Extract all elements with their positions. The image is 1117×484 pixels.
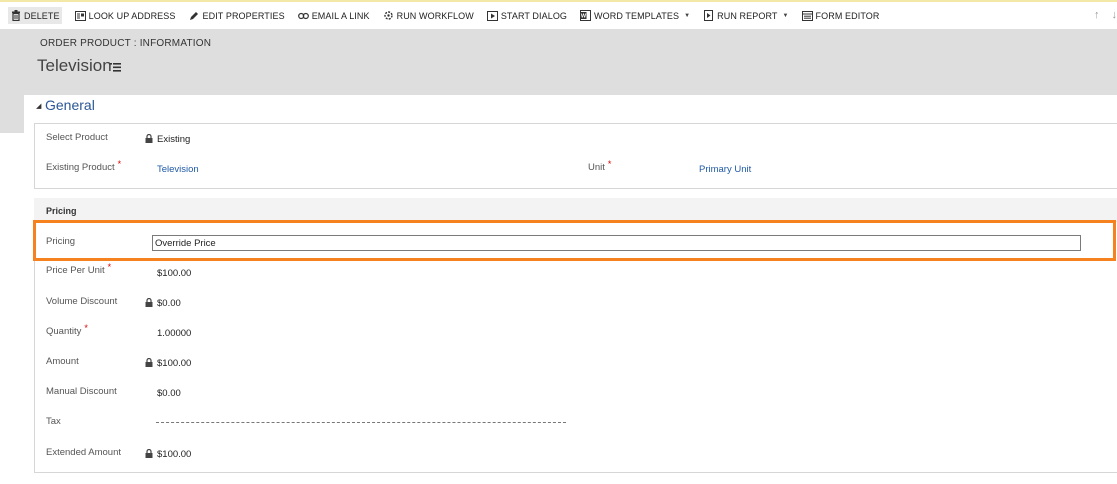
form-editor-button[interactable]: FORM EDITOR	[801, 10, 880, 21]
link-icon	[297, 10, 309, 21]
chevron-down-icon: ▼	[684, 12, 691, 19]
extended-amount-value: $100.00	[145, 449, 191, 460]
look-up-address-button[interactable]: LOOK UP ADDRESS	[74, 10, 176, 21]
arrow-up-icon[interactable]: ↑	[1094, 9, 1100, 21]
report-icon	[703, 10, 714, 21]
look-up-address-label: LOOK UP ADDRESS	[88, 10, 176, 21]
pricing-section-header: Pricing	[34, 198, 1117, 222]
existing-product-label: Existing Product *	[46, 159, 122, 173]
form-editor-label: FORM EDITOR	[815, 10, 880, 21]
start-dialog-button[interactable]: START DIALOG	[486, 10, 568, 21]
collapse-section-icon[interactable]: ◢	[36, 102, 41, 110]
svg-text:W: W	[581, 14, 587, 20]
select-product-value: Existing	[145, 134, 190, 145]
volume-discount-value: $0.00	[145, 298, 181, 309]
pricing-section-title: Pricing	[46, 206, 77, 216]
unit-lookup[interactable]: Primary Unit	[699, 164, 751, 175]
workflow-icon	[383, 10, 394, 21]
word-templates-button[interactable]: W WORD TEMPLATES ▼	[580, 10, 690, 21]
required-indicator: *	[107, 262, 112, 272]
word-icon: W	[580, 10, 592, 21]
manual-discount-value[interactable]: $0.00	[157, 388, 181, 399]
command-bar: DELETE LOOK UP ADDRESS EDIT PROPERTIES E…	[0, 2, 1117, 29]
run-report-label: RUN REPORT	[717, 10, 778, 21]
delete-button[interactable]: DELETE	[8, 7, 62, 24]
required-indicator: *	[117, 159, 122, 169]
quantity-value[interactable]: 1.00000	[157, 328, 191, 339]
required-indicator: *	[84, 323, 88, 333]
email-a-link-button[interactable]: EMAIL A LINK	[297, 10, 370, 21]
entity-form-label: ORDER PRODUCT : INFORMATION	[40, 38, 212, 49]
dialog-icon	[486, 10, 498, 21]
edit-properties-label: EDIT PROPERTIES	[202, 10, 285, 21]
existing-product-lookup[interactable]: Television	[157, 164, 199, 175]
amount-label: Amount	[46, 356, 79, 367]
general-section-title[interactable]: General	[45, 97, 95, 113]
tax-label: Tax	[46, 416, 61, 427]
manual-discount-label: Manual Discount	[46, 386, 117, 397]
chevron-down-icon: ▼	[782, 12, 789, 19]
tax-empty-field[interactable]	[156, 422, 566, 423]
lock-icon	[145, 449, 153, 458]
unit-label: Unit *	[588, 159, 612, 173]
volume-discount-label: Volume Discount	[46, 296, 118, 307]
run-workflow-label: RUN WORKFLOW	[396, 10, 474, 21]
run-workflow-button[interactable]: RUN WORKFLOW	[383, 10, 474, 21]
extended-amount-label: Extended Amount	[46, 447, 121, 458]
left-gutter	[0, 95, 24, 133]
amount-value: $100.00	[145, 358, 191, 369]
form-selector-menu-icon[interactable]	[110, 63, 121, 72]
price-per-unit-label: Price Per Unit *	[46, 262, 112, 276]
lock-icon	[145, 298, 153, 307]
required-indicator: *	[607, 159, 612, 169]
pencil-icon	[189, 10, 200, 21]
word-templates-label: WORD TEMPLATES	[594, 10, 680, 21]
delete-label: DELETE	[24, 10, 60, 21]
general-section-box	[34, 123, 1117, 189]
edit-properties-button[interactable]: EDIT PROPERTIES	[189, 10, 285, 21]
email-a-link-label: EMAIL A LINK	[311, 10, 370, 21]
record-navigation: ↑ ↓	[1094, 9, 1117, 21]
quantity-label: Quantity *	[46, 323, 88, 337]
start-dialog-label: START DIALOG	[500, 10, 568, 21]
page-title: Television	[37, 56, 112, 75]
lock-icon	[145, 358, 153, 367]
price-per-unit-value[interactable]: $100.00	[157, 268, 191, 279]
pricing-highlight-box	[33, 220, 1116, 261]
run-report-button[interactable]: RUN REPORT ▼	[703, 10, 788, 21]
select-product-label: Select Product	[46, 132, 108, 143]
form-icon	[801, 10, 813, 21]
trash-icon	[10, 10, 21, 21]
address-book-icon	[74, 10, 86, 21]
lock-icon	[145, 134, 153, 143]
arrow-down-icon[interactable]: ↓	[1112, 9, 1117, 21]
